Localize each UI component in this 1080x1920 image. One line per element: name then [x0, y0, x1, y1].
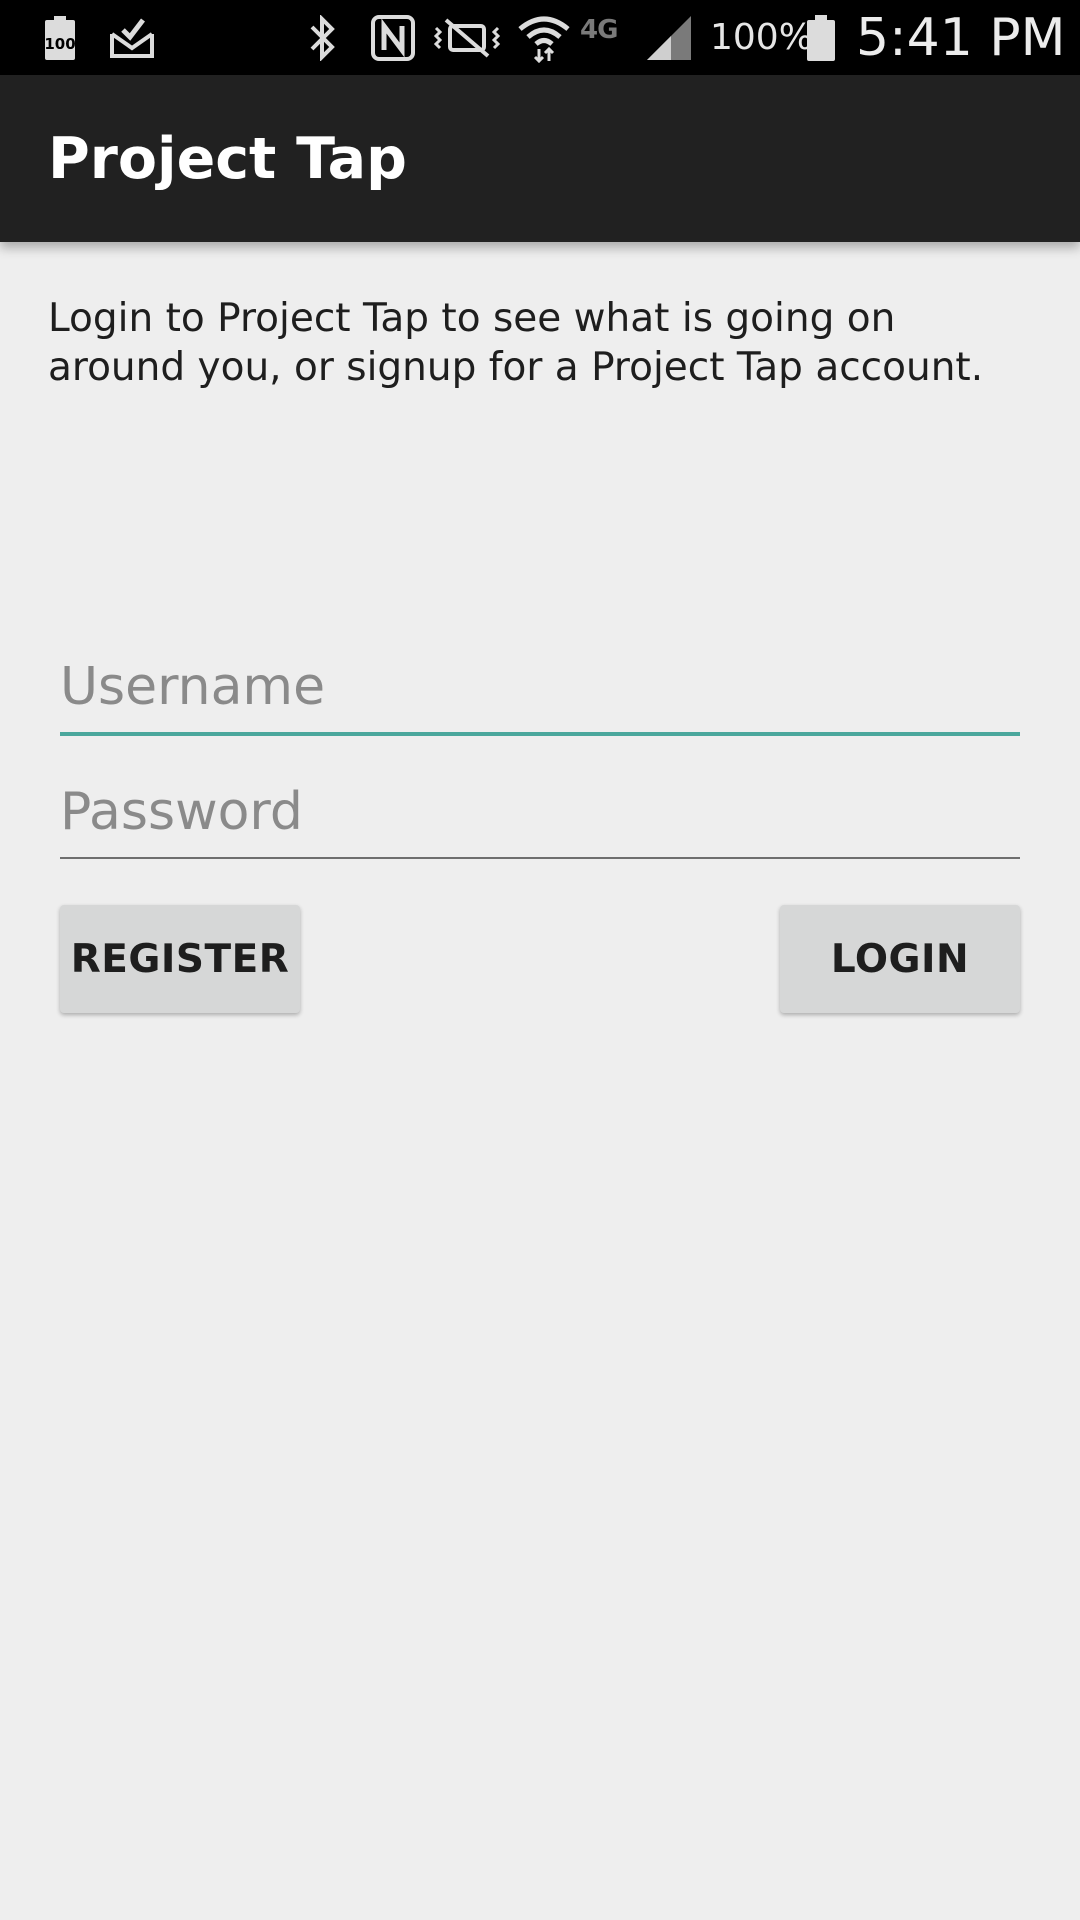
- app-title: Project Tap: [48, 125, 407, 192]
- battery-percent: 100%: [710, 17, 813, 58]
- intro-text: Login to Project Tap to see what is goin…: [48, 296, 984, 390]
- username-input[interactable]: [60, 642, 1020, 736]
- battery-saver-label: 100: [44, 34, 76, 53]
- signal-icon: [644, 0, 694, 75]
- status-bar: 100 4G 100% 5:41 PM: [0, 0, 1080, 75]
- mail-check-icon: [108, 0, 156, 75]
- wifi-icon: [516, 0, 572, 75]
- battery-icon: [804, 0, 838, 75]
- login-button[interactable]: LOGIN: [780, 905, 1020, 1013]
- nfc-icon: [368, 0, 418, 75]
- network-type-label: 4G: [580, 14, 618, 45]
- app-bar: Project Tap: [0, 75, 1080, 242]
- bluetooth-icon: [302, 0, 342, 75]
- register-button[interactable]: REGISTER: [60, 905, 300, 1013]
- clock: 5:41 PM: [856, 7, 1066, 68]
- password-input[interactable]: [60, 767, 1020, 859]
- vibrate-mute-icon: [430, 0, 504, 75]
- login-screen: Login to Project Tap to see what is goin…: [0, 242, 1080, 1920]
